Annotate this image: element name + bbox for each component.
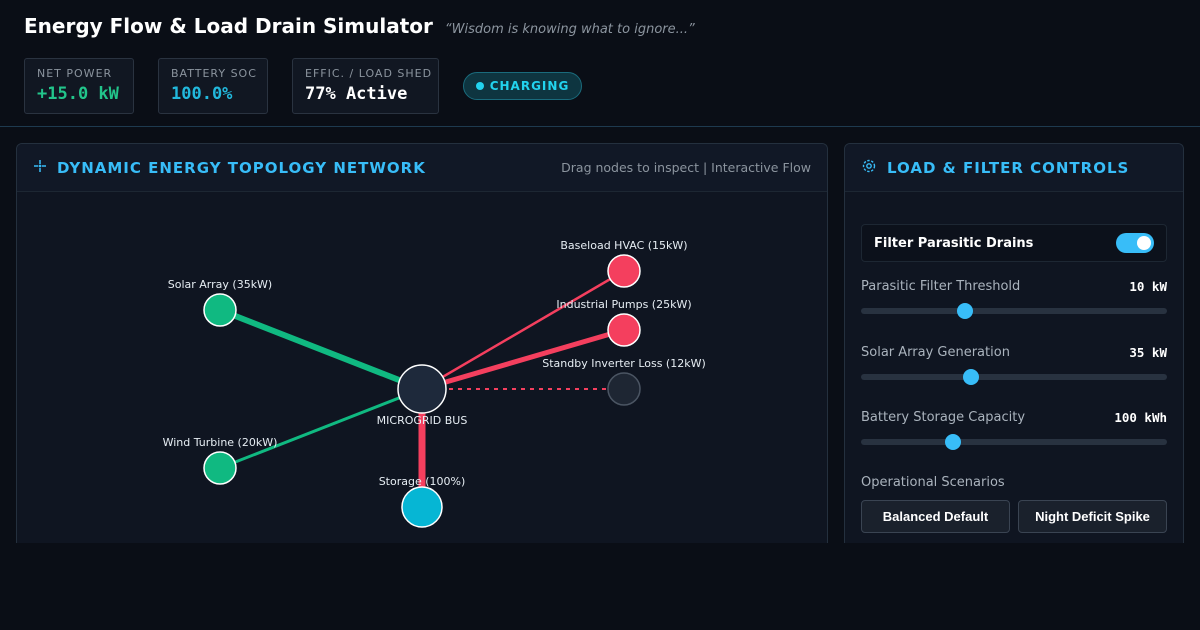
pumps-label: Industrial Pumps (25kW) — [556, 298, 691, 311]
controls-panel-header: LOAD & FILTER CONTROLS — [845, 144, 1183, 192]
balanced-default-button[interactable]: Balanced Default — [861, 500, 1010, 533]
toggle-label: Filter Parasitic Drains — [874, 235, 1034, 251]
hvac-label: Baseload HVAC (15kW) — [560, 239, 687, 252]
efficiency-value: 77% Active — [305, 84, 408, 104]
toggle-knob — [1137, 236, 1151, 250]
topology-hint: Drag nodes to inspect | Interactive Flow — [561, 160, 811, 175]
app-header: Energy Flow & Load Drain Simulator “Wisd… — [0, 0, 1200, 127]
topology-panel: DYNAMIC ENERGY TOPOLOGY NETWORK Drag nod… — [16, 143, 828, 543]
solar-generation-slider: Solar Array Generation 35 kW — [861, 345, 1167, 385]
filter-parasitic-toggle-row: Filter Parasitic Drains — [861, 224, 1167, 262]
topology-panel-title: DYNAMIC ENERGY TOPOLOGY NETWORK — [57, 158, 426, 177]
stat-label: EFFIC. / LOAD SHED — [305, 67, 433, 80]
storage-label: Storage (100%) — [379, 475, 466, 488]
microgrid-bus-node[interactable] — [397, 364, 447, 414]
slider-track[interactable] — [861, 369, 1167, 385]
battery-capacity-slider: Battery Storage Capacity 100 kWh — [861, 410, 1167, 450]
inverter-node[interactable] — [607, 372, 641, 406]
slider-thumb[interactable] — [963, 369, 980, 385]
efficiency-card: EFFIC. / LOAD SHED 77% Active — [292, 58, 439, 114]
crosshair-icon — [33, 158, 47, 177]
battery-soc-card: BATTERY SOC 100.0% — [158, 58, 268, 114]
controls-panel: LOAD & FILTER CONTROLS Filter Parasitic … — [844, 143, 1184, 543]
edge-solar-bus — [218, 307, 424, 392]
slider-label: Solar Array Generation — [861, 345, 1010, 360]
slider-value: 10 kW — [1129, 279, 1167, 294]
edge-bus-hvac — [421, 269, 625, 391]
tagline: “Wisdom is knowing what to ignore...” — [444, 22, 695, 37]
slider-track[interactable] — [861, 434, 1167, 450]
status-badge: CHARGING — [463, 72, 582, 100]
slider-track[interactable] — [861, 303, 1167, 319]
stat-label: NET POWER — [37, 67, 113, 80]
storage-node[interactable] — [401, 486, 443, 528]
net-power-card: NET POWER +15.0 kW — [24, 58, 134, 114]
slider-thumb[interactable] — [957, 303, 974, 319]
slider-value: 35 kW — [1129, 345, 1167, 360]
scenarios-title: Operational Scenarios — [861, 475, 1005, 490]
wind-label: Wind Turbine (20kW) — [163, 436, 278, 449]
slider-label: Battery Storage Capacity — [861, 410, 1026, 425]
pumps-node[interactable] — [607, 313, 641, 347]
net-power-value: +15.0 kW — [37, 84, 119, 104]
slider-thumb[interactable] — [944, 434, 961, 450]
gear-icon — [861, 158, 877, 178]
hvac-node[interactable] — [607, 254, 641, 288]
slider-label: Parasitic Filter Threshold — [861, 279, 1021, 294]
solar-node[interactable] — [203, 293, 237, 327]
hub-label: MICROGRID BUS — [377, 414, 468, 427]
topology-graph[interactable]: Solar Array (35kW) Wind Turbine (20kW) B… — [17, 192, 828, 543]
parasitic-threshold-slider: Parasitic Filter Threshold 10 kW — [861, 279, 1167, 319]
solar-label: Solar Array (35kW) — [168, 278, 272, 291]
edge-wind-bus — [219, 387, 423, 470]
inverter-label: Standby Inverter Loss (12kW) — [542, 357, 706, 370]
battery-soc-value: 100.0% — [171, 84, 233, 104]
app-title: Energy Flow & Load Drain Simulator — [24, 14, 433, 38]
night-deficit-spike-button[interactable]: Night Deficit Spike — [1018, 500, 1167, 533]
status-dot-icon — [475, 82, 484, 90]
title-row: Energy Flow & Load Drain Simulator “Wisd… — [24, 14, 695, 38]
wind-node[interactable] — [203, 451, 237, 485]
filter-parasitic-toggle[interactable] — [1116, 233, 1154, 253]
stat-label: BATTERY SOC — [171, 67, 257, 80]
status-badge-text: CHARGING — [489, 79, 570, 93]
controls-panel-title: LOAD & FILTER CONTROLS — [887, 158, 1130, 177]
topology-panel-header: DYNAMIC ENERGY TOPOLOGY NETWORK Drag nod… — [17, 144, 827, 192]
slider-value: 100 kWh — [1114, 410, 1167, 425]
